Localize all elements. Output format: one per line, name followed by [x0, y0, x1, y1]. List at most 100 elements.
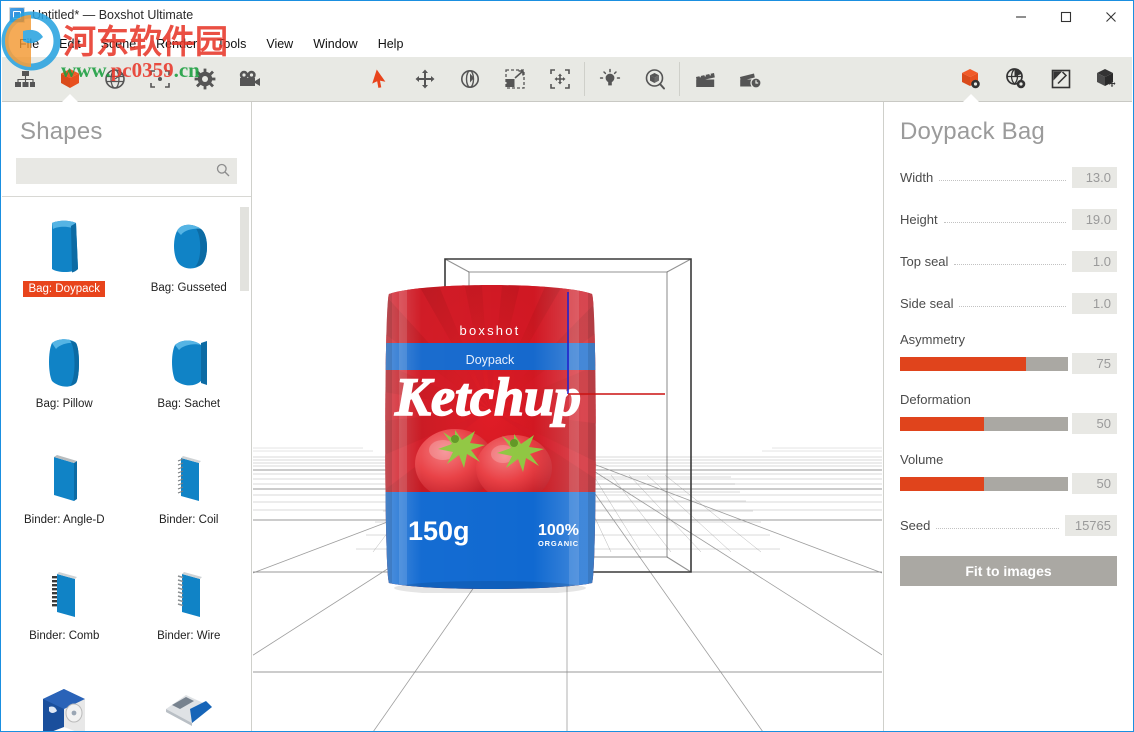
- field-width: Width 13.0: [900, 166, 1117, 188]
- center-icon[interactable]: [537, 57, 582, 101]
- camera-icon[interactable]: [227, 57, 272, 101]
- clapper-clock-icon[interactable]: [727, 57, 772, 101]
- shapes-scrollbar-thumb[interactable]: [240, 207, 249, 291]
- shape-item-binder-wire[interactable]: Binder: Wire: [127, 563, 252, 663]
- asymmetry-slider[interactable]: [900, 357, 1068, 371]
- shape-item-binder-coil[interactable]: Binder: Coil: [127, 447, 252, 547]
- shape-item-binder-angle-d[interactable]: Binder: Angle-D: [2, 447, 127, 547]
- main-toolbar: [2, 57, 1132, 102]
- hierarchy-icon[interactable]: [2, 57, 47, 101]
- sphere-icon[interactable]: [92, 57, 137, 101]
- active-indicator: [62, 94, 78, 102]
- shape-label: Bag: Doypack: [23, 281, 105, 297]
- slider-row: 75: [900, 353, 1117, 374]
- slider-fill: [900, 477, 984, 491]
- material-icon[interactable]: [1038, 57, 1083, 101]
- volume-slider[interactable]: [900, 477, 1068, 491]
- shape-item-binder-comb[interactable]: Binder: Comb: [2, 563, 127, 663]
- shape-label: Bag: Pillow: [36, 397, 93, 411]
- toolbar-right-group: [948, 57, 1128, 101]
- field-height: Height 19.0: [900, 208, 1117, 230]
- blu-ray-box-icon: [35, 679, 93, 732]
- menu-window[interactable]: Window: [303, 34, 367, 54]
- search-input[interactable]: [16, 158, 237, 184]
- doypack-bag-object[interactable]: boxshot Doypack Ketchup 150g 100% ORGANI…: [383, 280, 598, 593]
- shapes-scrollbar[interactable]: [240, 207, 249, 627]
- toolbar-separator: [584, 62, 585, 96]
- shape-label: Bag: Sachet: [157, 397, 220, 411]
- volume-value[interactable]: 50: [1072, 473, 1117, 494]
- cube-gear-icon[interactable]: [948, 57, 993, 101]
- title-bar: Untitled* — Boxshot Ultimate: [1, 1, 1133, 32]
- slider-row: 50: [900, 413, 1117, 434]
- side-seal-input[interactable]: 1.0: [1072, 293, 1117, 314]
- field-label: Side seal: [900, 296, 953, 311]
- slider-row: 50: [900, 473, 1117, 494]
- menu-edit[interactable]: Edit: [49, 34, 91, 54]
- focus-icon[interactable]: [137, 57, 182, 101]
- shape-label: Binder: Coil: [159, 513, 218, 527]
- field-label: Seed: [900, 518, 930, 533]
- maximize-button[interactable]: [1043, 1, 1088, 32]
- field-side-seal: Side seal 1.0: [900, 292, 1117, 314]
- shape-item-book-spread[interactable]: Book: Spread:: [127, 679, 252, 732]
- properties-panel-title: Doypack Bag: [900, 102, 1117, 146]
- clapper-icon[interactable]: [682, 57, 727, 101]
- asymmetry-value[interactable]: 75: [1072, 353, 1117, 374]
- cube-icon[interactable]: [47, 57, 92, 101]
- leader-dots: [939, 170, 1066, 181]
- toolbar-separator-2: [679, 62, 680, 96]
- cursor-arrow-icon[interactable]: [357, 57, 402, 101]
- shape-label: Binder: Wire: [157, 629, 220, 643]
- rotate-icon[interactable]: [447, 57, 492, 101]
- field-seed: Seed 15765: [900, 514, 1117, 536]
- shape-item-bag-sachet[interactable]: Bag: Sachet: [127, 331, 252, 431]
- deformation-slider[interactable]: [900, 417, 1068, 431]
- minimize-button[interactable]: [998, 1, 1043, 32]
- slider-volume: Volume 50: [900, 452, 1117, 494]
- top-seal-input[interactable]: 1.0: [1072, 251, 1117, 272]
- shapes-grid: Bag: Doypack Bag: Gusseted: [2, 197, 251, 732]
- cube-move-icon[interactable]: [1083, 57, 1128, 101]
- 3d-viewport[interactable]: boxshot Doypack Ketchup 150g 100% ORGANI…: [253, 102, 882, 732]
- binder-coil-icon: [163, 447, 215, 509]
- move-icon[interactable]: [402, 57, 447, 101]
- shape-item-bag-gusseted[interactable]: Bag: Gusseted: [127, 215, 252, 315]
- boxshot-icon: [9, 7, 25, 23]
- shapes-panel-title: Shapes: [2, 102, 251, 146]
- menu-bar: File Edit Scene Render Tools View Window…: [1, 32, 1133, 56]
- search-icon: [216, 163, 230, 182]
- height-input[interactable]: 19.0: [1072, 209, 1117, 230]
- menu-view[interactable]: View: [256, 34, 303, 54]
- shape-item-blu-ray-box[interactable]: Blu-ray Box: [2, 679, 127, 732]
- slider-fill: [900, 357, 1026, 371]
- width-input[interactable]: 13.0: [1072, 167, 1117, 188]
- gear-icon[interactable]: [182, 57, 227, 101]
- close-button[interactable]: [1088, 1, 1133, 32]
- active-indicator-right: [963, 94, 979, 102]
- slider-deformation: Deformation 50: [900, 392, 1117, 434]
- menu-help[interactable]: Help: [368, 34, 414, 54]
- environment-icon[interactable]: [632, 57, 677, 101]
- seed-input[interactable]: 15765: [1065, 515, 1117, 536]
- application-window: Untitled* — Boxshot Ultimate File Edit S…: [0, 0, 1134, 732]
- shapes-panel: Shapes Bag: Doypack: [2, 102, 252, 732]
- binder-comb-icon: [38, 563, 90, 625]
- light-bulb-icon[interactable]: [587, 57, 632, 101]
- fit-to-images-button[interactable]: Fit to images: [900, 556, 1117, 586]
- menu-tools[interactable]: Tools: [207, 34, 256, 54]
- menu-scene[interactable]: Scene: [91, 34, 146, 54]
- bag-pillow-icon: [38, 331, 90, 393]
- slider-label: Asymmetry: [900, 332, 1117, 347]
- menu-render[interactable]: Render: [146, 34, 207, 54]
- menu-file[interactable]: File: [9, 34, 49, 54]
- scale-icon[interactable]: [492, 57, 537, 101]
- globe-gear-icon[interactable]: [993, 57, 1038, 101]
- shape-item-bag-doypack[interactable]: Bag: Doypack: [2, 215, 127, 315]
- title-bar-left: Untitled* — Boxshot Ultimate: [9, 7, 193, 23]
- bag-doypack-icon: [38, 215, 90, 277]
- slider-label: Deformation: [900, 392, 1117, 407]
- leader-dots: [959, 296, 1066, 307]
- shape-item-bag-pillow[interactable]: Bag: Pillow: [2, 331, 127, 431]
- deformation-value[interactable]: 50: [1072, 413, 1117, 434]
